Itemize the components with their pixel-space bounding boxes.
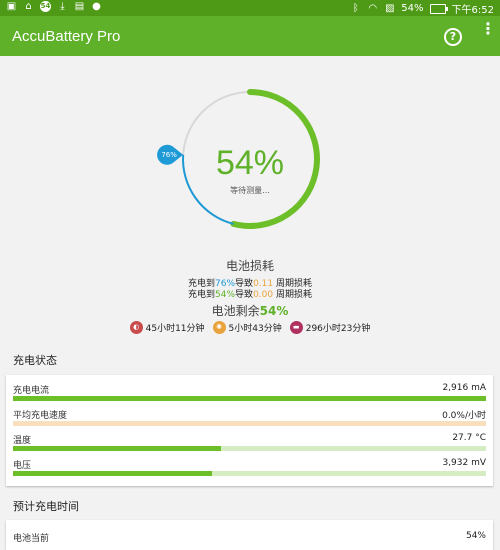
voltage-row: 电压 3,932 mV	[6, 453, 493, 477]
estimate-card[interactable]: 电池当前 54%	[6, 520, 493, 550]
remaining-times: ◐ 45小时11分钟 ✺ 5小时43分钟 ▬ 296小时23分钟	[0, 321, 500, 334]
battery-percent-large: 54%	[215, 144, 285, 182]
sleep-time: ▬ 296小时23分钟	[289, 321, 370, 334]
screen-on-icon: ◐	[129, 321, 143, 334]
more-vert-icon[interactable]: ⋮	[480, 21, 496, 37]
clock: 下午6:52	[451, 5, 494, 16]
status-bar: ▣ ⌂ 54 ⤓ ▤ ● ᛒ ◠ ▨ 54% 下午6:52	[0, 0, 500, 16]
row-label: 温度	[13, 436, 32, 446]
battery-percent: 54%	[401, 3, 424, 14]
wear-title: 电池损耗	[225, 259, 274, 273]
lock-icon: ▤	[74, 1, 85, 12]
row-value: 3,932 mV	[442, 458, 486, 468]
progress-fill	[13, 471, 212, 476]
help-circle-icon[interactable]: ?	[444, 28, 462, 46]
row-value: 2,916 mA	[442, 383, 486, 393]
row-label: 平均充电速度	[13, 411, 68, 421]
row-label: 电压	[13, 461, 32, 471]
progress-track	[13, 421, 486, 426]
progress-fill	[13, 446, 222, 451]
download-icon: ⤓	[60, 1, 65, 12]
wifi-icon: ◠	[368, 3, 378, 14]
avg-charge-speed-row: 平均充电速度 0.0%/小时	[6, 403, 493, 427]
no-sim-icon: ▨	[385, 3, 395, 14]
charge-current-row: 充电电流 2,916 mA	[6, 378, 493, 402]
progress-fill	[13, 396, 486, 401]
row-label: 充电电流	[13, 386, 50, 396]
home-icon: ⌂	[25, 1, 32, 12]
estimate-row: 电池当前 54%	[6, 526, 493, 550]
battery-remaining: 电池剩余54%	[211, 304, 289, 318]
screen-off-time: ✺ 5小时43分钟	[212, 321, 282, 334]
row-value: 0.0%/小时	[442, 411, 486, 421]
bluetooth-icon: ᛒ	[352, 3, 359, 14]
screen-on-time: ◐ 45小时11分钟	[129, 321, 205, 334]
notification-badge: 54	[40, 1, 51, 12]
progress-track	[13, 396, 486, 401]
charge-alarm-badge[interactable]: 76%	[158, 146, 180, 164]
battery-icon	[429, 3, 448, 14]
battery-gauge: 76% 54% 等待测量...	[0, 56, 500, 251]
wear-line-2: 充电到54%导致0.00 周期损耗	[188, 290, 312, 300]
row-value: 27.7 °C	[452, 433, 486, 443]
measurement-status: 等待测量...	[230, 186, 270, 195]
image-icon: ▣	[6, 1, 17, 12]
apple-icon: ●	[92, 1, 101, 12]
progress-track	[13, 446, 486, 451]
charging-status-card[interactable]: 充电电流 2,916 mA 平均充电速度 0.0%/小时 温度 27.7 °C …	[6, 375, 493, 486]
sleep-icon: ▬	[289, 321, 303, 334]
progress-track	[13, 471, 486, 476]
app-bar: AccuBattery Pro ? ⋮	[0, 16, 500, 56]
charging-status-title: 充电状态	[13, 354, 57, 367]
app-title: AccuBattery Pro	[12, 28, 121, 45]
screen-off-icon: ✺	[212, 321, 226, 334]
estimate-title: 预计充电时间	[13, 500, 79, 513]
temperature-row: 温度 27.7 °C	[6, 428, 493, 452]
